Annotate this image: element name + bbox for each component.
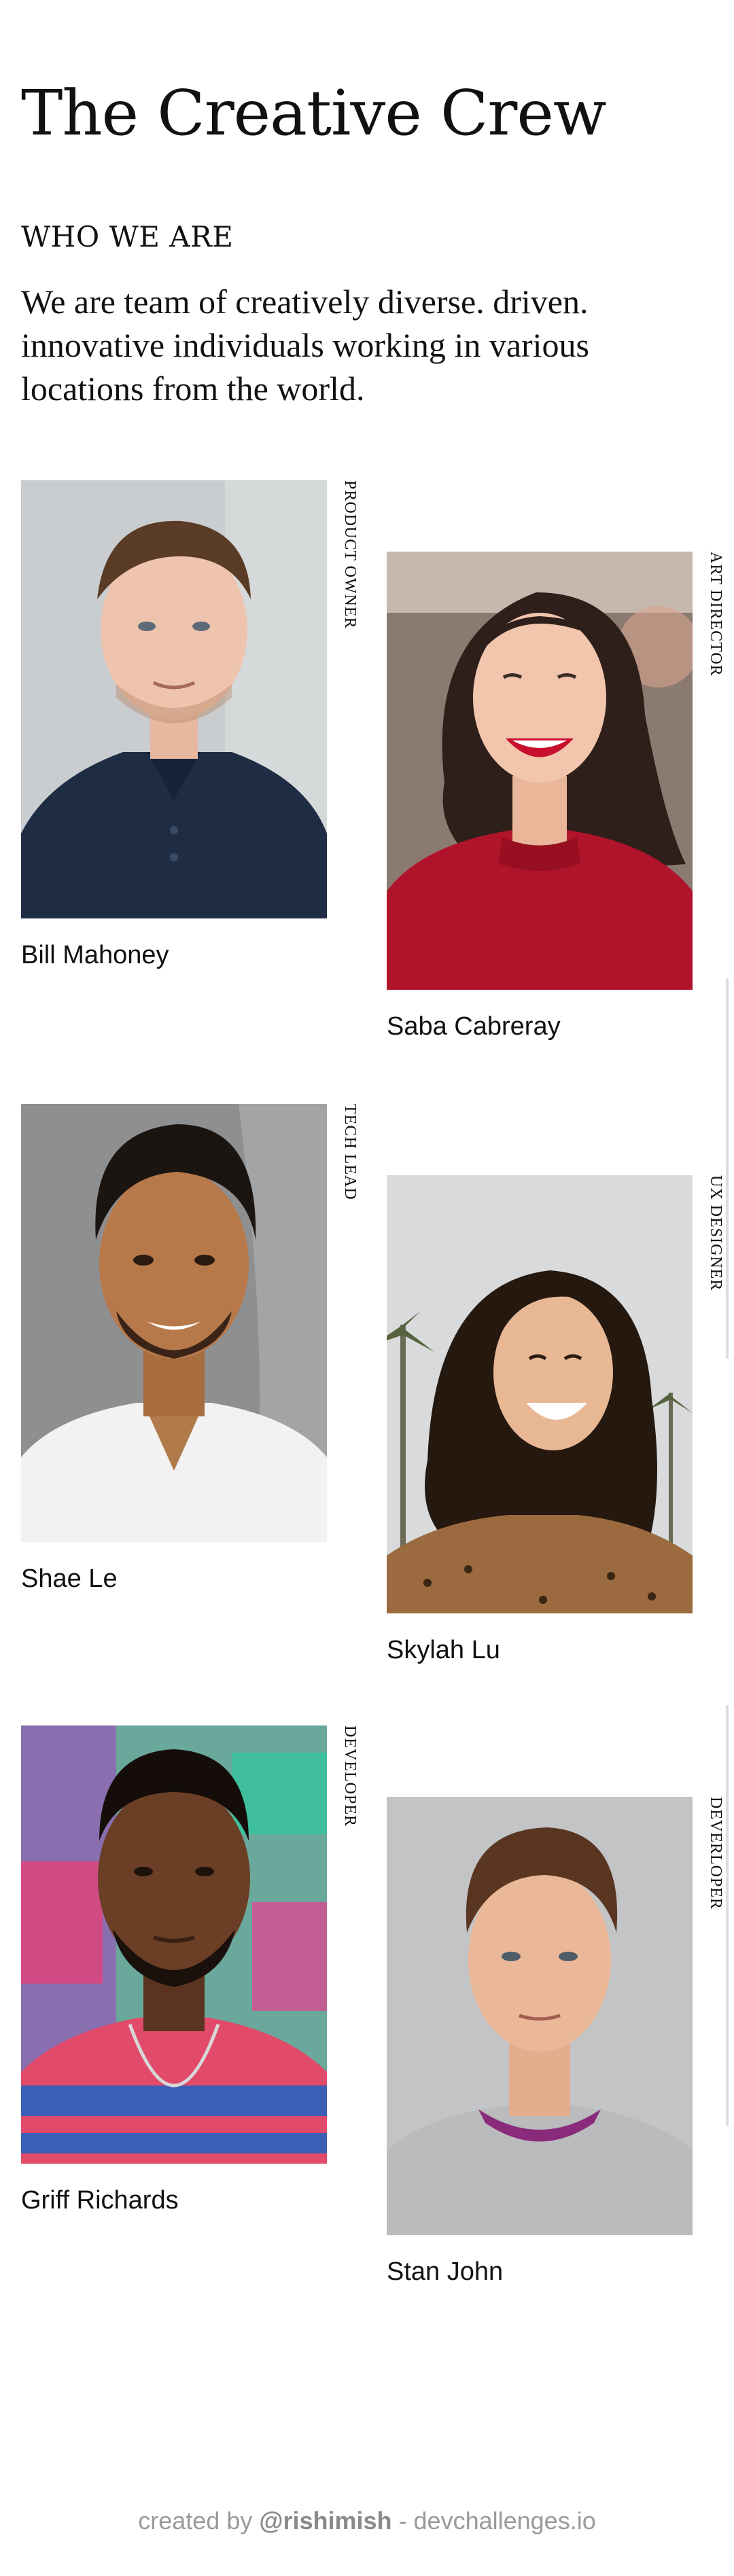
- member-role: TECH LEAD: [341, 1104, 359, 1200]
- member-name: Shae Le: [21, 1564, 118, 1593]
- member-name: Skylah Lu: [387, 1636, 500, 1664]
- member-name: Stan John: [387, 2257, 504, 2286]
- member-name: Bill Mahoney: [21, 941, 169, 969]
- member-photo: [387, 1175, 693, 1613]
- member-role: ART DIRECTOR: [707, 552, 724, 677]
- member-photo: [387, 552, 693, 990]
- member-role: DEVERLOPER: [707, 1797, 724, 1910]
- page-title: The Creative Crew: [21, 77, 607, 149]
- member-role: UX DESIGNER: [707, 1175, 724, 1291]
- member-photo: [387, 1797, 693, 2235]
- footer: created by @rishimish - devchallenges.io: [0, 2507, 734, 2535]
- section-heading: WHO WE ARE: [21, 220, 234, 253]
- member-role: PRODUCT OWNER: [341, 480, 359, 629]
- scrollbar-track[interactable]: [726, 978, 729, 1359]
- member-photo: [21, 1725, 327, 2164]
- footer-handle-link[interactable]: @rishimish: [259, 2507, 391, 2535]
- scrollbar-track[interactable]: [726, 1705, 729, 2126]
- member-name: Saba Cabreray: [387, 1012, 561, 1041]
- footer-suffix: - devchallenges.io: [391, 2507, 596, 2535]
- member-name: Griff Richards: [21, 2186, 179, 2215]
- footer-prefix: created by: [138, 2507, 260, 2535]
- member-photo: [21, 1104, 327, 1542]
- member-photo: [21, 480, 327, 918]
- member-role: DEVELOPER: [341, 1725, 359, 1827]
- intro-text: We are team of creatively diverse. drive…: [21, 283, 590, 408]
